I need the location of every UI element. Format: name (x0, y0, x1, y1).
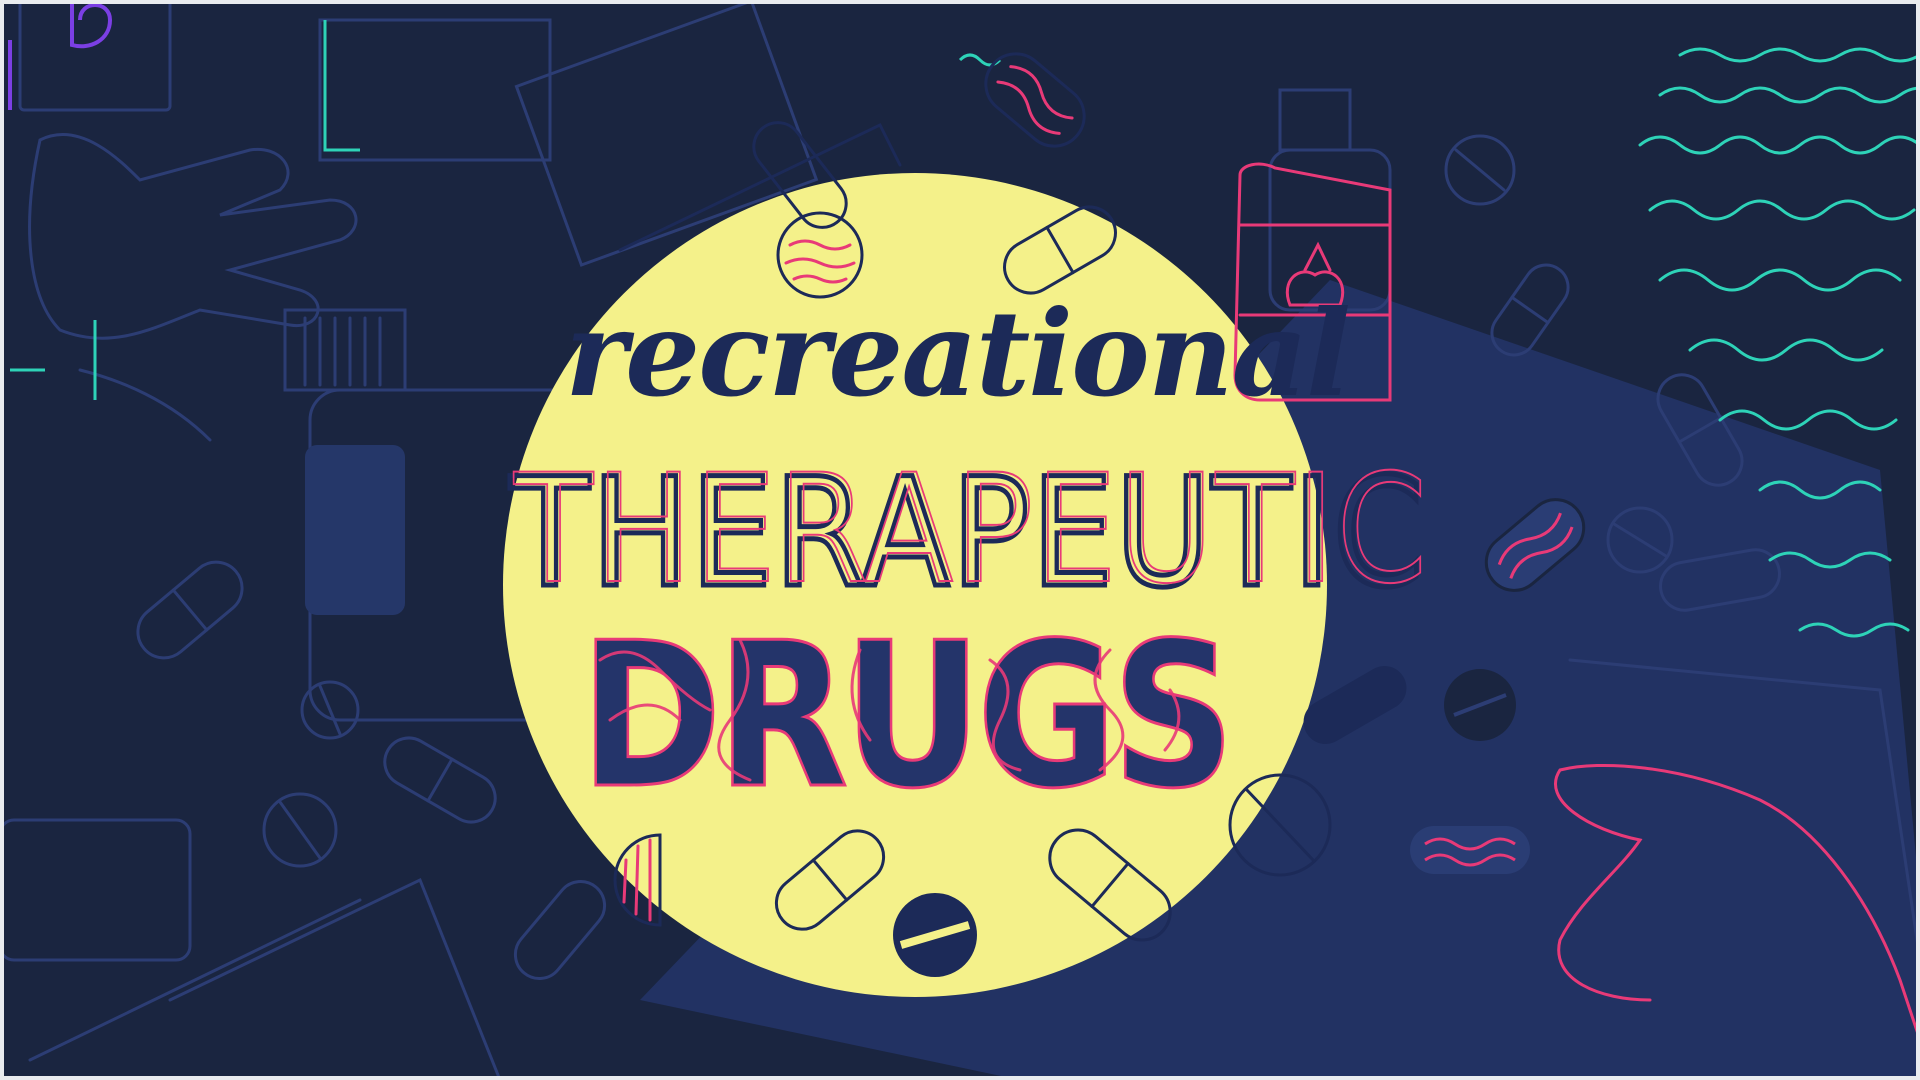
bottle-label (305, 445, 405, 615)
illustration-scene: recreational THERAPEUTIC THERAPEUTIC DRU… (0, 0, 1920, 1080)
tablet-icon (1444, 669, 1516, 741)
title-therapeutic-inner: THERAPEUTIC (513, 443, 1429, 617)
tablet-icon (893, 893, 977, 977)
capsule-icon (1410, 826, 1530, 874)
title-recreational: recreational (565, 284, 1349, 423)
